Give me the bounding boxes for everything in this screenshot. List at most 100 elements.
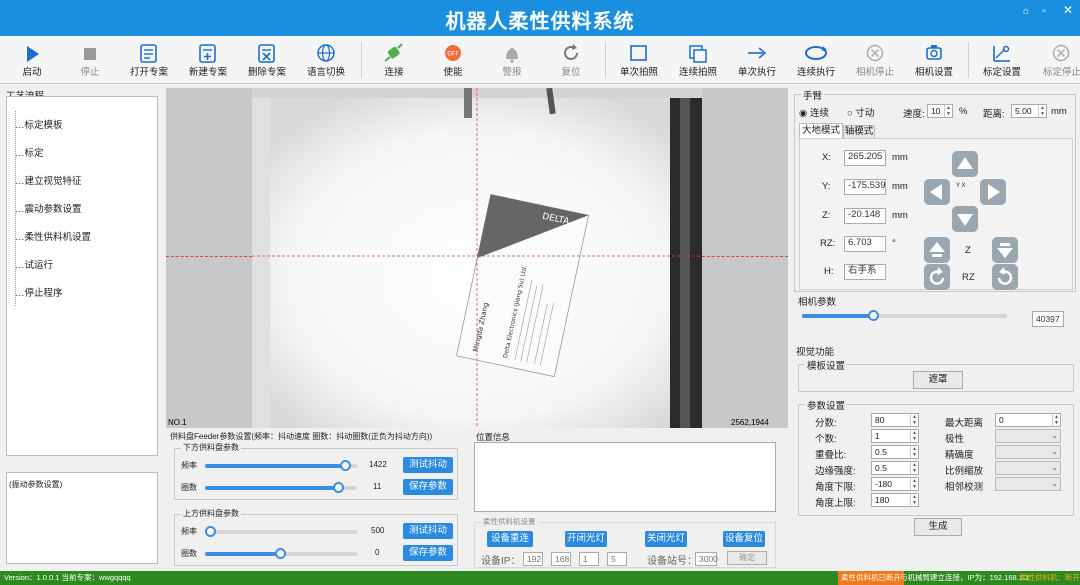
upper-turns-value: 0 [375, 548, 380, 557]
angle-upper-input[interactable]: 180 ▲ ▼ [871, 493, 919, 507]
lower-turns-slider[interactable] [205, 481, 357, 495]
calibration-stop-button[interactable]: 标定停止 [1023, 40, 1080, 82]
jog-rz-plus-button[interactable] [924, 264, 950, 290]
flow-item-calibration[interactable]: …标定 [15, 145, 44, 159]
upper-save-params-button[interactable]: 保存参数 [403, 545, 453, 561]
stop-button[interactable]: 停止 [60, 40, 120, 82]
mode-jog-radio[interactable]: ○ 寸动 [847, 105, 874, 119]
count-input[interactable]: 1 ▲ ▼ [871, 429, 919, 443]
accuracy-select[interactable]: ⌄ [995, 445, 1061, 459]
continuous-capture-button[interactable]: 连续拍照 [668, 40, 728, 82]
ip-octet-1[interactable]: 192 [523, 552, 543, 566]
open-project-button[interactable]: 打开专案 [119, 40, 179, 82]
y-value[interactable]: -175.539 [844, 179, 886, 195]
confirm-button[interactable]: 确定 [727, 551, 767, 565]
jog-x-minus-button[interactable] [924, 179, 950, 205]
flow-item-stop-program[interactable]: …停止程序 [15, 285, 63, 299]
delete-project-label: 删除专案 [247, 67, 286, 78]
reset-button[interactable]: 复位 [541, 40, 601, 82]
alarm-label: 警报 [502, 67, 522, 78]
enable-label: 使能 [443, 67, 463, 78]
score-input[interactable]: 80 ▲ ▼ [871, 413, 919, 427]
z-label-field: Z: [822, 210, 831, 221]
device-reconnect-button[interactable]: 设备重连 [487, 531, 533, 547]
mask-button[interactable]: 遮罩 [913, 371, 963, 389]
upper-feeder-group: 上方供料盘参数 频率 500 测试抖动 圈数 0 保存参数 [174, 508, 458, 566]
tab-world-mode[interactable]: 大地模式 [799, 123, 843, 138]
control-panel: 手臂 ◉ 连续 ○ 寸动 速度: 10 ▲ ▼ % 距离: 5.00 ▲ ▼ mm 大地… [792, 86, 1080, 570]
ip-octet-2[interactable]: 168 [551, 552, 571, 566]
polarity-select[interactable]: ⌄ [995, 429, 1061, 443]
ip-octet-4[interactable]: 5 [607, 552, 627, 566]
upper-freq-label: 频率 [181, 527, 197, 536]
upper-test-vibrate-button[interactable]: 测试抖动 [403, 523, 453, 539]
close-icon[interactable]: ✕ [1060, 3, 1076, 17]
jog-z-minus-button[interactable] [992, 237, 1018, 263]
new-project-button[interactable]: 新建专案 [178, 40, 238, 82]
scaling-select[interactable]: ⌄ [995, 461, 1061, 475]
camera-view[interactable]: DELTA Mingda Zhang Delta Electronics (Ji… [166, 88, 788, 428]
device-reset-button[interactable]: 设备复位 [723, 531, 765, 547]
arm-group: 手臂 ◉ 连续 ○ 寸动 速度: 10 ▲ ▼ % 距离: 5.00 ▲ ▼ mm 大地… [794, 88, 1076, 292]
light-on-button[interactable]: 开闭光灯 [565, 531, 607, 547]
camera-scene: DELTA Mingda Zhang Delta Electronics (Ji… [252, 88, 702, 428]
alarm-button[interactable]: 警报 [482, 40, 542, 82]
z-value[interactable]: -20.148 [844, 208, 886, 224]
upper-freq-value: 500 [371, 526, 385, 535]
exposure-value[interactable]: 40397 [1032, 311, 1064, 327]
lower-freq-value: 1422 [369, 460, 387, 469]
single-run-button[interactable]: 单次执行 [727, 40, 787, 82]
exposure-slider[interactable] [802, 309, 1007, 323]
upper-turns-label: 圈数 [181, 549, 197, 558]
language-switch-button[interactable]: 语言切换 [296, 40, 356, 82]
distance-input[interactable]: 5.00 ▲ ▼ [1011, 104, 1047, 118]
upper-turns-slider[interactable] [205, 547, 357, 561]
play-icon [27, 46, 39, 62]
start-button[interactable]: 启动 [2, 40, 62, 82]
arrow-right-icon [988, 184, 1000, 200]
x-value[interactable]: 265.205 [844, 150, 886, 166]
speed-input[interactable]: 10 ▲ ▼ [927, 104, 953, 118]
flow-item-flex-feeder-settings[interactable]: …柔性供料机设置 [15, 229, 91, 243]
lower-save-params-button[interactable]: 保存参数 [403, 479, 453, 495]
jog-z-plus-button[interactable] [924, 237, 950, 263]
jog-x-plus-button[interactable] [980, 179, 1006, 205]
ip-octet-3[interactable]: 1 [579, 552, 599, 566]
connect-button[interactable]: 连接 [364, 40, 424, 82]
max-distance-input[interactable]: 0 ▲ ▼ [995, 413, 1061, 427]
mode-continuous-radio[interactable]: ◉ 连续 [799, 105, 829, 119]
jog-rz-minus-button[interactable] [992, 264, 1018, 290]
tab-axis-mode[interactable]: 轴模式 [843, 125, 875, 138]
distance-unit: mm [1051, 106, 1067, 117]
neighbor-check-select[interactable]: ⌄ [995, 477, 1061, 491]
flow-item-vibration-params[interactable]: …震动参数设置 [15, 201, 82, 215]
lower-freq-slider[interactable] [205, 459, 357, 473]
enable-button[interactable]: OFF 使能 [423, 40, 483, 82]
generate-button[interactable]: 生成 [914, 518, 962, 536]
delete-project-button[interactable]: 删除专案 [237, 40, 297, 82]
home-icon[interactable]: ⌂ [1018, 6, 1034, 17]
camera-stop-button[interactable]: 相机停止 [845, 40, 905, 82]
edge-strength-input[interactable]: 0.5 ▲ ▼ [871, 461, 919, 475]
flow-item-vision-feature[interactable]: …建立视觉特征 [15, 173, 82, 187]
light-off-button[interactable]: 关闭光灯 [645, 531, 687, 547]
upper-freq-slider[interactable] [205, 525, 357, 539]
station-number-input[interactable]: 3000 [695, 552, 718, 566]
continuous-run-button[interactable]: 连续执行 [786, 40, 846, 82]
flow-item-trial-run[interactable]: …试运行 [15, 257, 53, 271]
jog-y-minus-button[interactable] [952, 206, 978, 232]
version-text: Version：1.0.0.1 当前专案：wwgqqqq [4, 573, 131, 582]
single-capture-button[interactable]: 单次拍照 [609, 40, 669, 82]
overlap-input[interactable]: 0.5 ▲ ▼ [871, 445, 919, 459]
flow-item-calibration-template[interactable]: …标定模板 [15, 117, 63, 131]
lower-test-vibrate-button[interactable]: 测试抖动 [403, 457, 453, 473]
jog-y-plus-button[interactable] [952, 151, 978, 177]
single-run-icon [748, 47, 767, 59]
camera-settings-button[interactable]: 相机设置 [904, 40, 964, 82]
restore-icon[interactable]: ▫ [1036, 6, 1052, 17]
angle-lower-input[interactable]: -180 ▲ ▼ [871, 477, 919, 491]
position-info-textbox[interactable] [474, 442, 776, 512]
h-value[interactable]: 右手系 [844, 264, 886, 280]
rz-value[interactable]: 6.703 [844, 236, 886, 252]
vision-functions-title: 视觉功能 [796, 347, 835, 358]
